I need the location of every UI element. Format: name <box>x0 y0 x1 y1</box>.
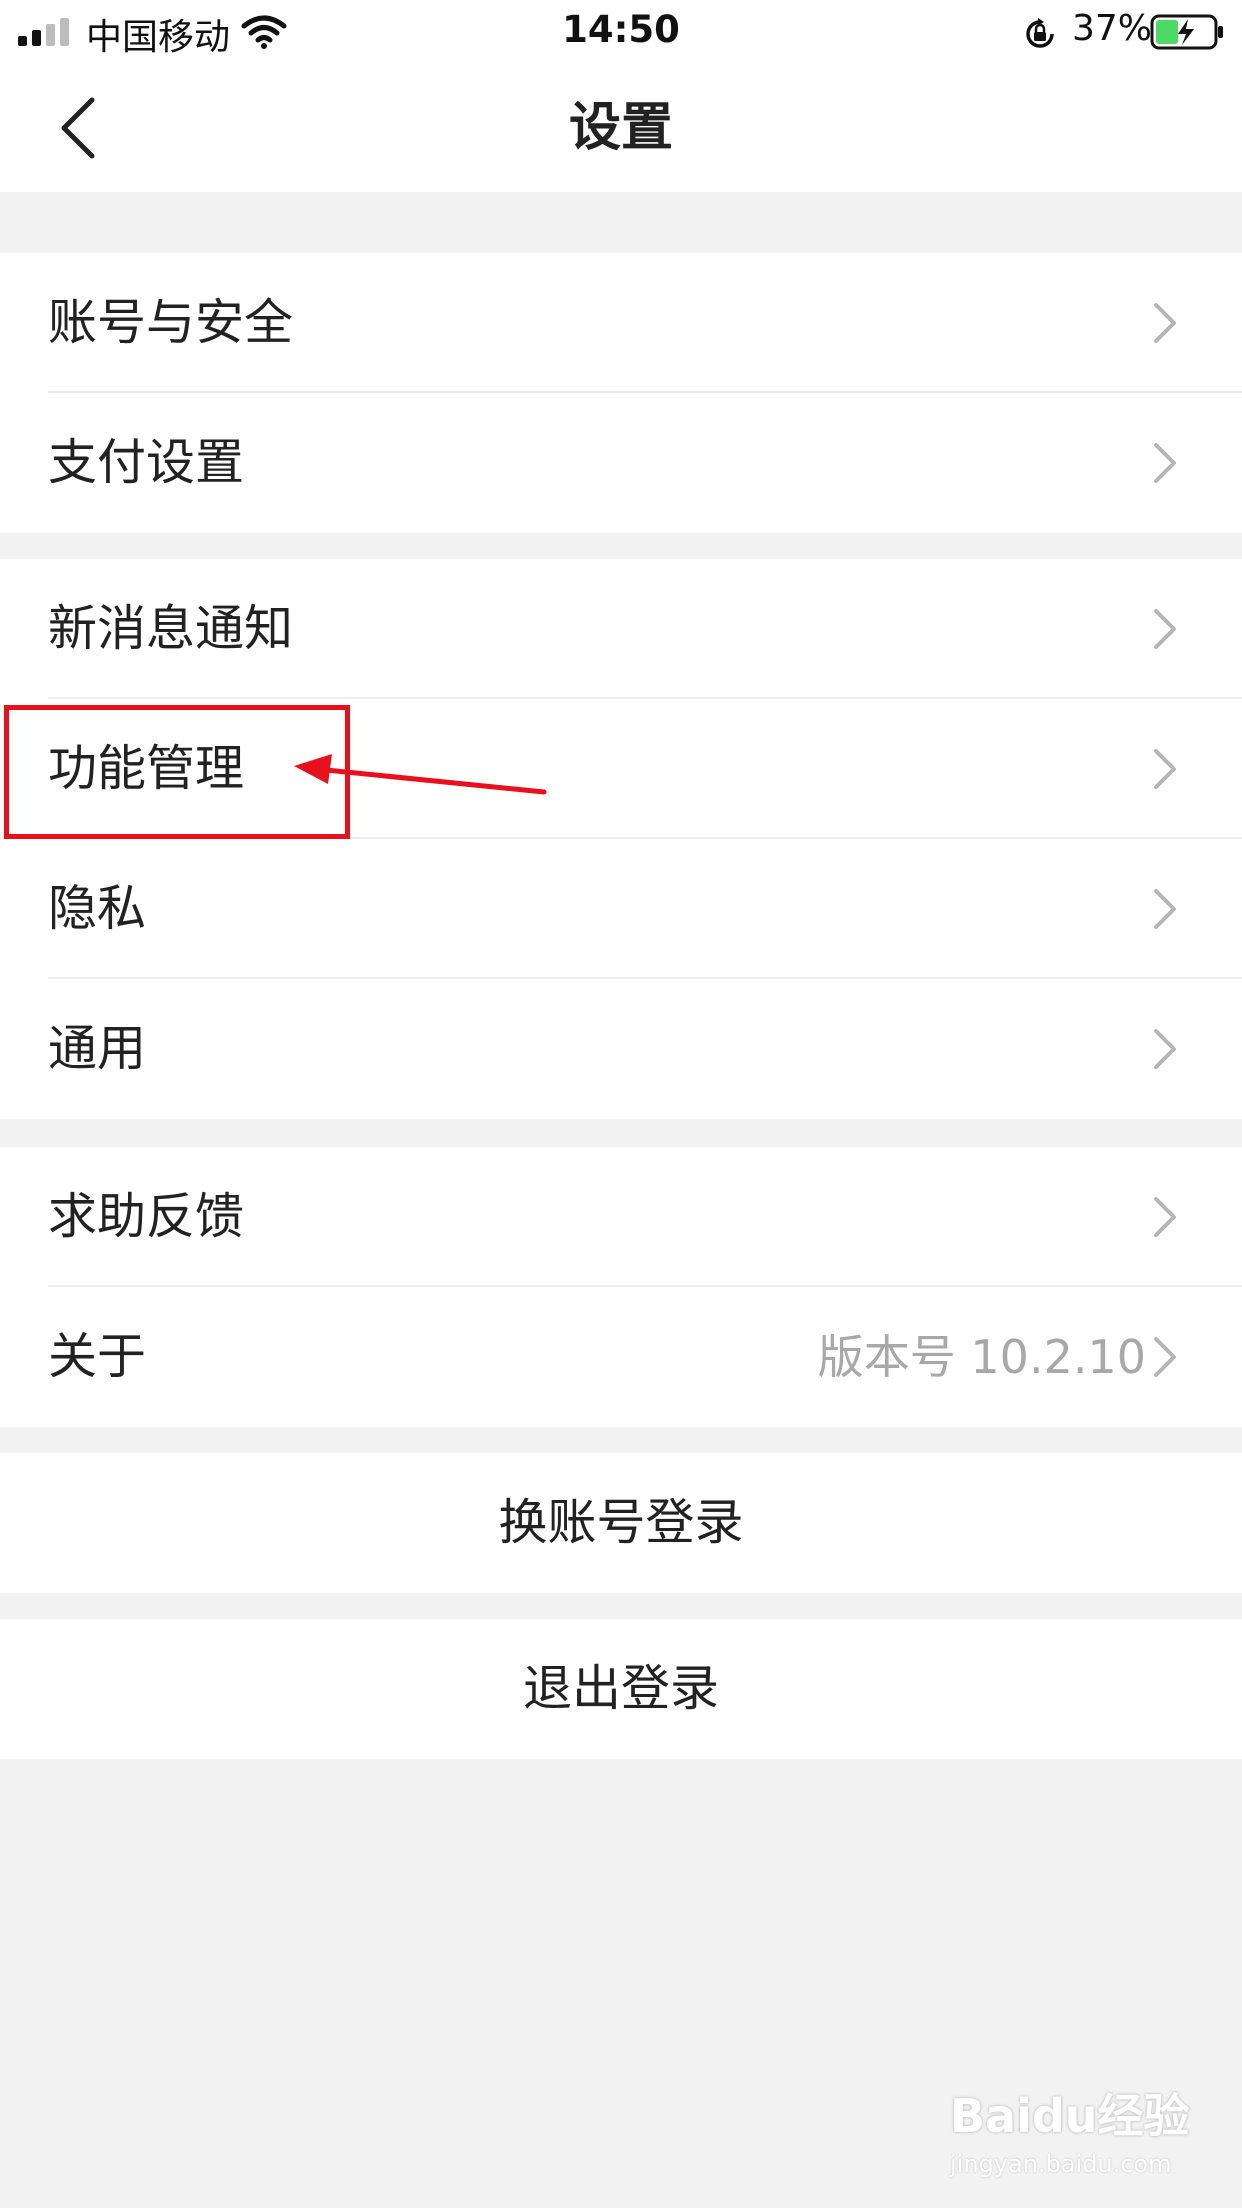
settings-group-general: 新消息通知 功能管理 隐私 通用 <box>0 559 1242 1119</box>
row-label: 关于 <box>48 1328 147 1385</box>
row-about[interactable]: 关于 版本号 10.2.10 <box>0 1287 1242 1427</box>
row-payment-settings[interactable]: 支付设置 <box>0 393 1242 533</box>
switch-account-button[interactable]: 换账号登录 <box>0 1453 1242 1593</box>
settings-group-support: 求助反馈 关于 版本号 10.2.10 <box>0 1147 1242 1427</box>
version-value: 版本号 10.2.10 <box>817 1330 1146 1384</box>
navigation-bar: 设置 <box>0 64 1242 192</box>
row-general[interactable]: 通用 <box>0 979 1242 1119</box>
annotation-arrow-icon <box>294 754 547 795</box>
settings-group-account: 账号与安全 支付设置 <box>0 253 1242 533</box>
watermark-logo: Baidu经验 <box>950 2089 1190 2143</box>
row-label: 隐私 <box>48 880 147 937</box>
row-label: 通用 <box>48 1020 147 1077</box>
battery-charging-icon <box>1150 14 1223 50</box>
chevron-right-icon <box>1154 749 1176 789</box>
status-bar: 中国移动 14:50 37% <box>0 0 1242 64</box>
row-label: 新消息通知 <box>48 600 294 657</box>
rotation-lock-icon <box>1026 18 1054 48</box>
row-label: 求助反馈 <box>48 1188 245 1245</box>
row-privacy[interactable]: 隐私 <box>0 839 1242 979</box>
battery-percent: 37% <box>1072 8 1153 49</box>
chevron-right-icon <box>1154 609 1176 649</box>
chevron-right-icon <box>1154 889 1176 929</box>
chevron-right-icon <box>1154 1197 1176 1237</box>
chevron-right-icon <box>1154 303 1176 343</box>
chevron-left-icon[interactable] <box>48 92 108 164</box>
row-account-security[interactable]: 账号与安全 <box>0 253 1242 393</box>
row-new-message-notification[interactable]: 新消息通知 <box>0 559 1242 699</box>
row-label: 支付设置 <box>48 434 245 491</box>
page-title: 设置 <box>568 98 673 158</box>
chevron-right-icon <box>1154 1029 1176 1069</box>
baidu-watermark: Baidu经验 jingyan.baidu.com <box>950 2080 1190 2190</box>
row-help-feedback[interactable]: 求助反馈 <box>0 1147 1242 1287</box>
chevron-right-icon <box>1154 443 1176 483</box>
watermark-url: jingyan.baidu.com <box>950 2150 1172 2178</box>
logout-button[interactable]: 退出登录 <box>0 1619 1242 1759</box>
chevron-right-icon <box>1154 1337 1176 1377</box>
row-label: 账号与安全 <box>48 294 294 351</box>
